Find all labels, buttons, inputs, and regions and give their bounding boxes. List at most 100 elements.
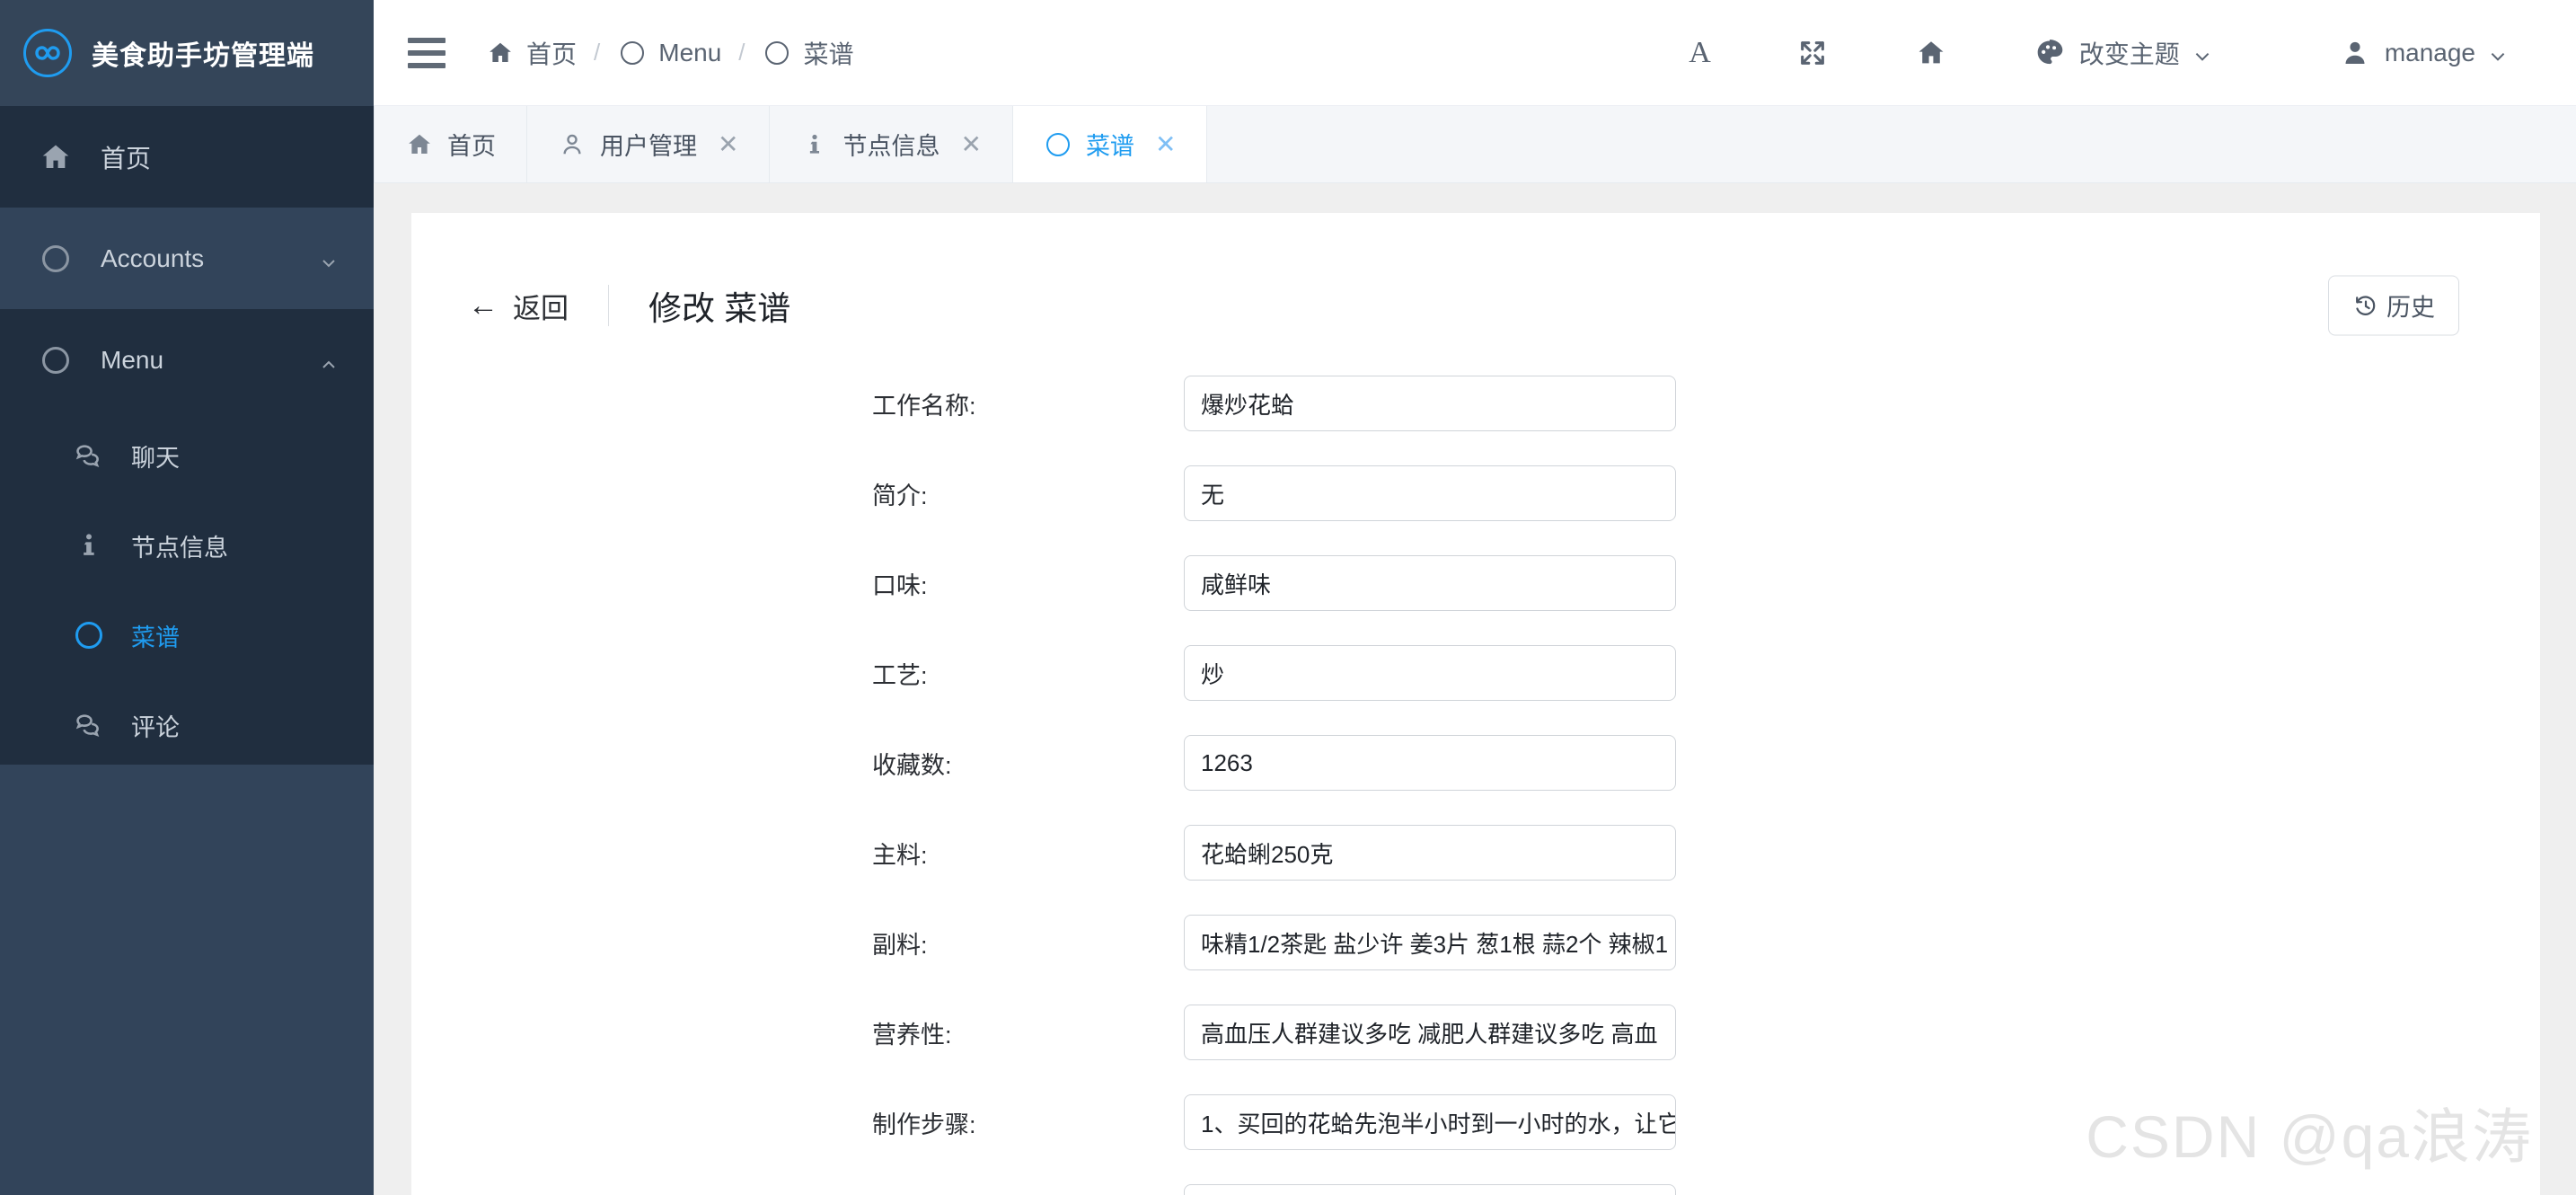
sidebar-item-node-info[interactable]: 节点信息 xyxy=(0,500,374,590)
tab-node-info[interactable]: 节点信息 ✕ xyxy=(770,106,1013,182)
sidebar-item-label: 节点信息 xyxy=(131,534,228,562)
sidebar-item-label: 首页 xyxy=(101,144,152,173)
favorites-count-input[interactable]: 1263 xyxy=(1184,735,1676,791)
header-actions: A 改变主题 manage xyxy=(1665,22,2576,84)
info-icon xyxy=(800,130,829,159)
work-name-input[interactable]: 爆炒花蛤 xyxy=(1184,376,1676,431)
field-label: 工作名称: xyxy=(872,392,976,420)
user-icon xyxy=(2338,36,2372,70)
user-icon xyxy=(558,130,587,159)
palette-icon xyxy=(2033,36,2067,70)
infinity-circle-icon xyxy=(23,29,72,77)
recipe-edit-card: ← 返回 修改 菜谱 历史 工作名称: 爆炒花蛤 简介: 无 口味: 咸鲜味 工… xyxy=(411,213,2540,1195)
tab-label: 节点信息 xyxy=(842,133,940,160)
page-content: ← 返回 修改 菜谱 历史 工作名称: 爆炒花蛤 简介: 无 口味: 咸鲜味 工… xyxy=(374,184,2576,1195)
sidebar-item-label: 菜谱 xyxy=(131,624,180,651)
chat-icon xyxy=(72,708,106,742)
sidebar-menu: 首页 Accounts Menu 聊天 节点信息 菜谱 评论 xyxy=(0,106,374,770)
tab-recipe[interactable]: 菜谱 ✕ xyxy=(1012,106,1208,182)
info-icon xyxy=(72,528,106,562)
home-icon xyxy=(485,38,515,67)
sidebar-item-chat[interactable]: 聊天 xyxy=(0,411,374,500)
breadcrumb-label: Menu xyxy=(658,38,722,66)
sidebar-item-recipe[interactable]: 菜谱 xyxy=(0,590,374,680)
fullscreen-button[interactable] xyxy=(1772,22,1853,84)
form-row-work-name: 工作名称: 爆炒花蛤 xyxy=(411,358,2540,448)
close-icon[interactable]: ✕ xyxy=(960,131,981,157)
circle-icon xyxy=(38,342,74,378)
sidebar-item-menu[interactable]: Menu xyxy=(0,309,374,411)
form-row-favorites-count: 收藏数: 1263 xyxy=(411,718,2540,808)
sidebar-item-label: 聊天 xyxy=(131,444,180,472)
field-label: 制作步骤: xyxy=(872,1111,976,1138)
header-divider xyxy=(608,285,609,326)
user-menu-button[interactable]: manage xyxy=(2315,22,2529,84)
sidebar-item-home[interactable]: 首页 xyxy=(0,106,374,208)
user-label: manage xyxy=(2384,38,2475,66)
intro-input[interactable]: 无 xyxy=(1184,465,1676,521)
close-icon[interactable]: ✕ xyxy=(1155,131,1176,157)
close-icon[interactable]: ✕ xyxy=(718,131,738,157)
circle-icon xyxy=(38,241,74,277)
sidebar-item-comments[interactable]: 评论 xyxy=(0,680,374,770)
category-input[interactable]: 闽菜 xyxy=(1184,1184,1676,1195)
watermark: CSDN @qa浪涛 xyxy=(2086,1103,2533,1170)
circle-icon xyxy=(72,618,106,652)
steps-input[interactable]: 1、买回的花蛤先泡半小时到一小时的水，让它吐 xyxy=(1184,1094,1676,1150)
app-root: 美食助手坊管理端 首页 Accounts Menu 聊天 节点信息 菜谱 评论 … xyxy=(0,0,2576,1195)
breadcrumb-item-home[interactable]: 首页 xyxy=(485,35,577,71)
sidebar: 美食助手坊管理端 首页 Accounts Menu 聊天 节点信息 菜谱 评论 xyxy=(0,0,374,1195)
form-row-main-ingredient: 主料: 花蛤蜊250克 xyxy=(411,808,2540,898)
taste-input[interactable]: 咸鲜味 xyxy=(1184,555,1676,611)
breadcrumb-label: 首页 xyxy=(526,40,578,68)
breadcrumb-label: 菜谱 xyxy=(803,40,854,68)
nutrition-input[interactable]: 高血压人群建议多吃 减肥人群建议多吃 高血 xyxy=(1184,1005,1676,1060)
sidebar-item-label: 评论 xyxy=(131,713,180,741)
home-icon xyxy=(38,139,74,175)
history-clock-icon xyxy=(2352,292,2379,319)
breadcrumb-item-recipe[interactable]: 菜谱 xyxy=(763,35,854,71)
history-label: 历史 xyxy=(2386,294,2435,322)
theme-switcher-button[interactable]: 改变主题 xyxy=(2009,22,2234,84)
home-icon xyxy=(405,130,434,159)
technique-input[interactable]: 炒 xyxy=(1184,645,1676,701)
top-header: 首页 / Menu / 菜谱 A 改变主题 manage xyxy=(374,0,2576,106)
field-label: 工艺: xyxy=(872,661,928,689)
tab-user-management[interactable]: 用户管理 ✕ xyxy=(527,106,771,182)
brand-title: 美食助手坊管理端 xyxy=(92,41,314,71)
arrow-left-icon: ← xyxy=(468,288,498,323)
home-icon xyxy=(1914,36,1948,70)
breadcrumb-item-menu[interactable]: Menu xyxy=(617,38,721,67)
sidebar-filler xyxy=(0,765,374,1195)
chat-icon xyxy=(72,438,106,473)
field-label: 营养性: xyxy=(872,1021,952,1049)
header-home-button[interactable] xyxy=(1891,22,1972,84)
side-ingredient-input[interactable]: 味精1/2茶匙 盐少许 姜3片 葱1根 蒜2个 辣椒1 xyxy=(1184,915,1676,970)
chevron-up-icon xyxy=(320,351,338,369)
field-label: 主料: xyxy=(872,841,928,869)
chevron-down-icon xyxy=(320,250,338,268)
history-button[interactable]: 历史 xyxy=(2328,275,2459,336)
theme-label: 改变主题 xyxy=(2078,40,2180,68)
chevron-down-icon xyxy=(2488,44,2506,62)
sidebar-brand[interactable]: 美食助手坊管理端 xyxy=(0,0,374,106)
back-button[interactable]: ← 返回 xyxy=(468,286,569,326)
form-row-intro: 简介: 无 xyxy=(411,448,2540,538)
circle-icon xyxy=(763,38,792,67)
font-size-button[interactable]: A xyxy=(1665,22,1734,84)
hamburger-icon[interactable] xyxy=(408,37,446,68)
circle-icon xyxy=(1044,130,1072,159)
sidebar-item-accounts[interactable]: Accounts xyxy=(0,208,374,309)
tab-bar: 首页 用户管理 ✕ 节点信息 ✕ 菜谱 ✕ xyxy=(374,106,2576,183)
form-row-side-ingredient: 副料: 味精1/2茶匙 盐少许 姜3片 葱1根 蒜2个 辣椒1 xyxy=(411,898,2540,987)
tab-home[interactable]: 首页 xyxy=(374,106,527,182)
field-label: 副料: xyxy=(872,931,928,959)
sidebar-item-label: Accounts xyxy=(101,243,205,272)
tab-label: 首页 xyxy=(447,133,496,160)
sidebar-item-label: Menu xyxy=(101,345,164,374)
card-header: ← 返回 修改 菜谱 历史 xyxy=(411,252,2540,358)
expand-arrows-icon xyxy=(1795,36,1830,70)
main-ingredient-input[interactable]: 花蛤蜊250克 xyxy=(1184,825,1676,881)
field-label: 简介: xyxy=(872,482,928,509)
breadcrumb-separator: / xyxy=(738,39,745,66)
